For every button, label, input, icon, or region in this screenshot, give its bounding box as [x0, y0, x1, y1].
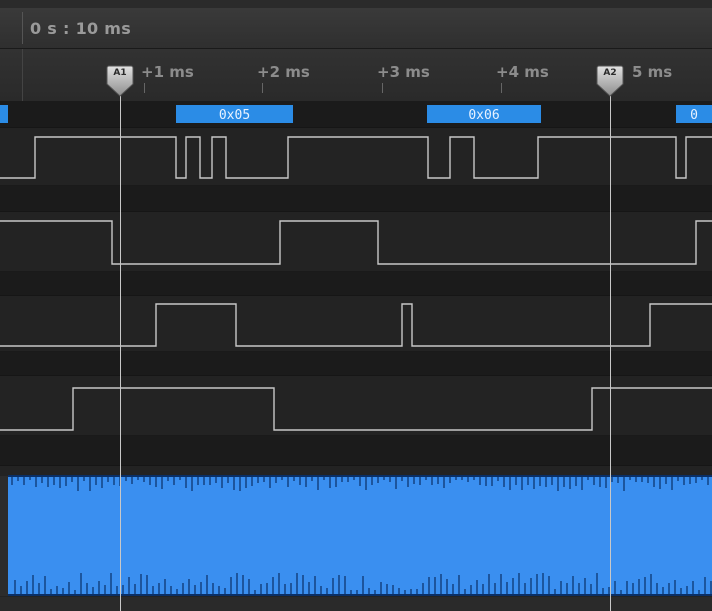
channel-row	[0, 296, 712, 352]
cursor-a2-line[interactable]	[610, 90, 611, 611]
cursor-a1-marker[interactable]: A1	[106, 64, 134, 98]
ruler-tick-mark	[262, 83, 263, 93]
channel-row	[0, 376, 712, 436]
channel-row	[0, 186, 712, 212]
channel-row	[0, 352, 712, 376]
header-divider	[22, 12, 23, 44]
ruler-tick-mark	[382, 83, 383, 93]
analog-left-gutter	[0, 476, 8, 596]
bottom-band	[0, 597, 712, 611]
ruler-tick-mark	[501, 83, 502, 93]
cursor-a1-label: A1	[113, 68, 127, 78]
time-offset-label: 0 s : 10 ms	[30, 19, 132, 38]
channel-row	[0, 436, 712, 466]
channel-area[interactable]: 0x05 0x06 0	[0, 102, 712, 611]
decoder-packet-label: 0x05	[219, 108, 250, 123]
ruler-tick-label: +3 ms	[377, 63, 430, 81]
channel-row	[0, 272, 712, 296]
logic-analyzer-viewer: 0 s : 10 ms +1 ms +2 ms +3 ms +4 ms 5 ms…	[0, 0, 712, 611]
top-band	[0, 0, 712, 8]
ruler-tick-label: +4 ms	[496, 63, 549, 81]
cursor-a2-label: A2	[603, 68, 617, 78]
ruler-tick-label: +2 ms	[257, 63, 310, 81]
ruler-tick-label: 5 ms	[632, 63, 673, 81]
cursor-a2-marker[interactable]: A2	[596, 64, 624, 98]
cursor-a1-line[interactable]	[120, 90, 121, 611]
waveform-canvas: 0x05 0x06 0	[0, 102, 712, 611]
analog-channel-fill	[8, 476, 712, 596]
channel-row	[0, 102, 712, 128]
time-header: 0 s : 10 ms	[0, 8, 712, 49]
decoder-packet-label: 0	[690, 108, 698, 123]
decoder-packet	[0, 105, 8, 123]
ruler-tick-label: +1 ms	[141, 63, 194, 81]
ruler-edge	[22, 49, 23, 101]
decoder-packet-label: 0x06	[468, 108, 499, 123]
ruler-tick-mark	[144, 83, 145, 93]
